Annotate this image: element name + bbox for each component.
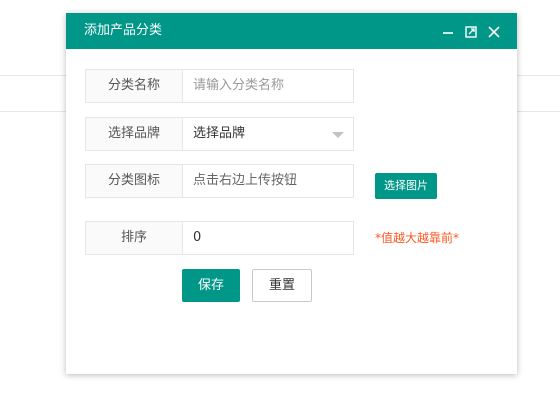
- dialog-titlebar: 添加产品分类: [66, 13, 517, 49]
- reset-button[interactable]: 重置: [252, 269, 312, 302]
- minimize-icon[interactable]: [442, 26, 454, 38]
- sort-label: 排序: [85, 221, 183, 255]
- brand-select[interactable]: 选择品牌: [182, 117, 354, 151]
- brand-label: 选择品牌: [85, 117, 183, 151]
- chevron-down-icon: [332, 132, 344, 138]
- sort-input[interactable]: 0: [182, 221, 354, 255]
- category-name-label: 分类名称: [85, 69, 183, 103]
- add-category-dialog: 添加产品分类 分类名称 请输入分类名称 选择品牌 选择品牌 分类图标 点击右边上…: [66, 13, 517, 374]
- maximize-icon[interactable]: [465, 26, 477, 38]
- category-icon-input[interactable]: 点击右边上传按钮: [182, 164, 354, 198]
- dialog-title: 添加产品分类: [84, 23, 163, 38]
- sort-hint: *值越大越靠前*: [375, 231, 460, 245]
- brand-select-value: 选择品牌: [193, 126, 246, 141]
- category-name-input[interactable]: 请输入分类名称: [182, 69, 354, 103]
- category-icon-label: 分类图标: [85, 164, 183, 198]
- close-icon[interactable]: [488, 26, 500, 38]
- select-image-button[interactable]: 选择图片: [375, 173, 437, 199]
- save-button[interactable]: 保存: [182, 269, 240, 302]
